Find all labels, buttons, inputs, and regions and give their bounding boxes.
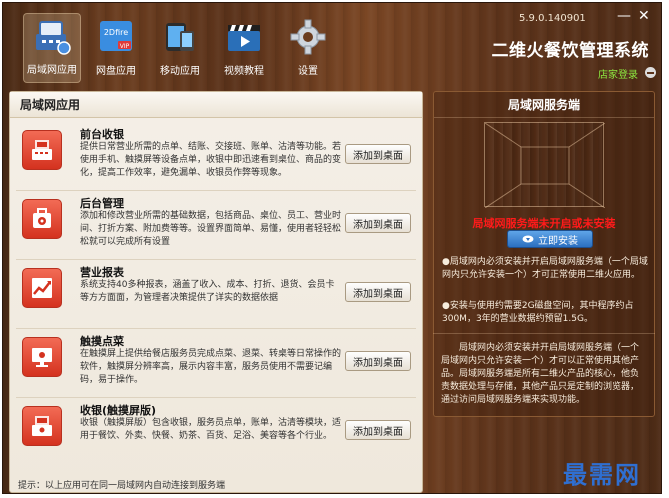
lan-apps-panel: 局域网应用 前台收银 提供日常营业所需的点单、结账、交接班、账单、沽清等功能。若… bbox=[9, 91, 423, 493]
version-text: 5.9.0.140901 bbox=[519, 13, 586, 24]
list-item: 营业报表 系统支持40多种报表，涵盖了收入、成本、打折、退货、会员卡等方方面面，… bbox=[16, 260, 416, 329]
app-description: 收银（触摸屏版）包含收银，服务员点单，账单，沽清等模块，适用于餐饮、外卖、快餐、… bbox=[80, 418, 342, 441]
list-item: 触摸点菜 在触摸屏上提供给餐店服务员完成点菜、退菜、转桌等日常操作的软件，触摸屏… bbox=[16, 329, 416, 398]
list-item: 前台收银 提供日常营业所需的点单、结账、交接班、账单、沽清等功能。若使用手机、触… bbox=[16, 122, 416, 191]
vip-cloud-icon: 2Dfire VIP bbox=[96, 17, 136, 57]
video-clapper-icon bbox=[224, 17, 264, 57]
note-text: ●局域网内必须安装并开启局域网服务端（一个局域网内只允许安装一个）才可正常使用二… bbox=[442, 257, 648, 280]
app-window: 局域网应用 2Dfire VIP 网盘应用 移动应用 视频教程 设置 5.9.0… bbox=[2, 2, 662, 494]
nav-mobile-apps[interactable]: 移动应用 bbox=[151, 13, 209, 83]
mobile-devices-icon bbox=[160, 17, 200, 57]
list-item: 后台管理 添加和修改营业所需的基础数据，包括商品、桌位、员工、营业时间、打折方案… bbox=[16, 191, 416, 260]
add-to-desktop-button[interactable]: 添加到桌面 bbox=[345, 420, 411, 440]
tip-text: 提示：以上应用可在同一局域网内自动连接到服务端 bbox=[18, 481, 226, 491]
add-to-desktop-button[interactable]: 添加到桌面 bbox=[345, 351, 411, 371]
panel-title: 局域网服务端 bbox=[434, 92, 654, 118]
watermark-text: 最需网 bbox=[563, 461, 641, 489]
register-icon bbox=[22, 130, 62, 170]
panel-title: 局域网应用 bbox=[10, 92, 422, 118]
cash-register-icon bbox=[32, 16, 72, 56]
store-login-link[interactable]: 店家登录 bbox=[598, 66, 638, 81]
touch-screen-icon bbox=[22, 337, 62, 377]
app-name: 收银(触摸屏版) bbox=[80, 404, 157, 417]
register-touch-icon bbox=[22, 406, 62, 446]
app-name: 营业报表 bbox=[80, 266, 124, 279]
note-text: ●安装与使用约需要2G磁盘空间，其中程序约占300M，3年的营业数据约预留1.5… bbox=[442, 301, 634, 324]
nav-label: 网盘应用 bbox=[96, 66, 136, 77]
nav-lan-apps[interactable]: 局域网应用 bbox=[23, 13, 81, 83]
top-nav: 局域网应用 2Dfire VIP 网盘应用 移动应用 视频教程 设置 bbox=[23, 13, 337, 85]
nav-video-tutorial[interactable]: 视频教程 bbox=[215, 13, 273, 83]
install-label: 立即安装 bbox=[538, 235, 578, 247]
add-to-desktop-button[interactable]: 添加到桌面 bbox=[345, 144, 411, 164]
app-name: 后台管理 bbox=[80, 197, 124, 210]
close-button[interactable]: ✕ bbox=[638, 9, 650, 23]
gear-icon bbox=[288, 17, 328, 57]
nav-label: 设置 bbox=[298, 66, 318, 77]
svg-text:VIP: VIP bbox=[120, 43, 130, 50]
minimize-button[interactable]: — bbox=[617, 9, 631, 23]
app-list: 前台收银 提供日常营业所需的点单、结账、交接班、账单、沽清等功能。若使用手机、触… bbox=[16, 122, 416, 469]
description-text: 局域网内必须安装并开启局域网服务端（一个局域网内只允许安装一个）才可以正常使用其… bbox=[441, 343, 640, 405]
nav-settings[interactable]: 设置 bbox=[279, 13, 337, 83]
cloud-download-icon bbox=[522, 235, 534, 243]
app-description: 系统支持40多种报表，涵盖了收入、成本、打折、退货、会员卡等方方面面，为管理者决… bbox=[80, 280, 335, 303]
app-name: 触摸点菜 bbox=[80, 335, 124, 348]
chart-icon bbox=[22, 268, 62, 308]
server-description: 局域网内必须安装并开启局域网服务端（一个局域网内只允许安装一个）才可以正常使用其… bbox=[433, 333, 655, 417]
collapse-toggle-icon[interactable] bbox=[645, 67, 656, 78]
gear-bag-icon bbox=[22, 199, 62, 239]
nav-label: 移动应用 bbox=[160, 66, 200, 77]
svg-text:2Dfire: 2Dfire bbox=[104, 28, 128, 37]
app-description: 在触摸屏上提供给餐店服务员完成点菜、退菜、转桌等日常操作的软件，触摸屏分辨率高，… bbox=[80, 349, 342, 385]
app-description: 提供日常营业所需的点单、结账、交接班、账单、沽清等功能。若使用手机、触摸屏等设备… bbox=[80, 142, 342, 178]
add-to-desktop-button[interactable]: 添加到桌面 bbox=[345, 282, 411, 302]
add-to-desktop-button[interactable]: 添加到桌面 bbox=[345, 213, 411, 233]
app-name: 前台收银 bbox=[80, 128, 124, 141]
app-title: 二维火餐饮管理系统 bbox=[491, 41, 649, 61]
server-warning: 局域网服务端未开启或未安装 bbox=[472, 217, 616, 230]
list-item: 收银(触摸屏版) 收银（触摸屏版）包含收银，服务员点单，账单，沽清等模块，适用于… bbox=[16, 398, 416, 467]
install-now-button[interactable]: 立即安装 bbox=[507, 230, 593, 248]
app-description: 添加和修改营业所需的基础数据，包括商品、桌位、员工、营业时间、打折方案、附加费等… bbox=[80, 211, 342, 247]
server-placeholder-icon bbox=[484, 122, 606, 209]
nav-cloud-apps[interactable]: 2Dfire VIP 网盘应用 bbox=[87, 13, 145, 83]
nav-label: 局域网应用 bbox=[27, 65, 77, 76]
nav-label: 视频教程 bbox=[224, 66, 264, 77]
